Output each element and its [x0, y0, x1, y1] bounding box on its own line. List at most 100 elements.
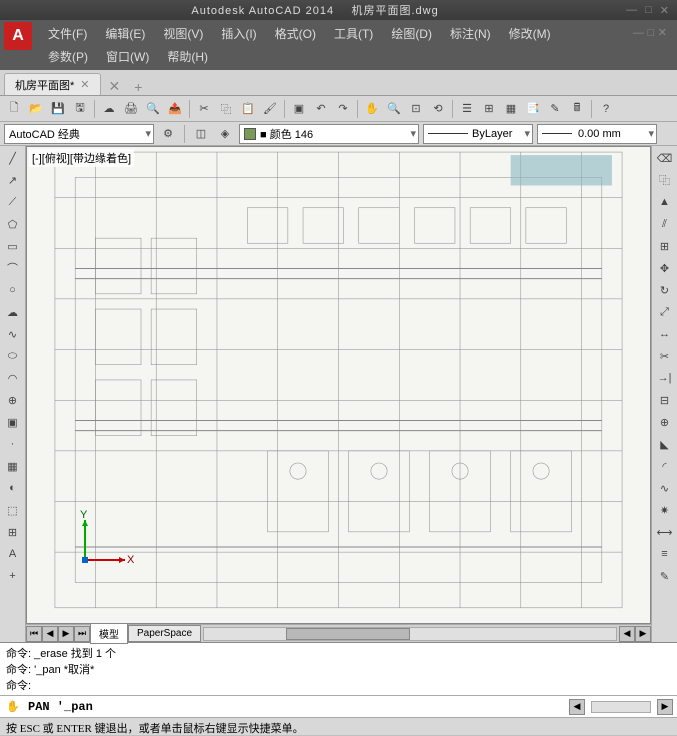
saveas-button[interactable]: 🖫	[70, 99, 90, 119]
model-tab[interactable]: 模型	[90, 623, 128, 644]
stretch-tool[interactable]: ↔	[655, 324, 675, 344]
autocad-logo[interactable]: A	[4, 22, 32, 50]
maximize-button[interactable]: □	[645, 4, 652, 17]
ucs-icon[interactable]: X Y	[75, 510, 135, 573]
cmd-scroll-track[interactable]	[591, 701, 651, 713]
mtext-tool[interactable]: A	[3, 544, 23, 564]
block-button[interactable]: ▣	[289, 99, 309, 119]
scroll-last-button[interactable]: ⏭	[74, 626, 90, 642]
lengthen-tool[interactable]: ⟷	[655, 522, 675, 542]
arc-tool[interactable]: ⌒	[3, 258, 23, 278]
hscroll-left-button[interactable]: ◀	[619, 626, 635, 642]
menu-item[interactable]: 视图(V)	[155, 22, 211, 45]
hscroll-right-button[interactable]: ▶	[635, 626, 651, 642]
menu-item[interactable]: 绘图(D)	[383, 22, 440, 45]
publish-button[interactable]: 📤	[165, 99, 185, 119]
help-button[interactable]: ?	[596, 99, 616, 119]
paperspace-tab[interactable]: PaperSpace	[128, 625, 201, 642]
ellipsearc-tool[interactable]: ◠	[3, 368, 23, 388]
redo-button[interactable]: ↷	[333, 99, 353, 119]
minimize-button[interactable]: —	[626, 4, 637, 17]
properties-button[interactable]: ☰	[457, 99, 477, 119]
pan-button[interactable]: ✋	[362, 99, 382, 119]
menu-item[interactable]: 修改(M)	[501, 22, 559, 45]
chamfer-tool[interactable]: ◣	[655, 434, 675, 454]
paste-button[interactable]: 📋	[238, 99, 258, 119]
blend-tool[interactable]: ∿	[655, 478, 675, 498]
polyline-tool[interactable]: ⟋	[3, 192, 23, 212]
ray-tool[interactable]: ↗	[3, 170, 23, 190]
workspace-combo[interactable]: AutoCAD 经典	[4, 124, 154, 144]
ellipse-tool[interactable]: ⬭	[3, 346, 23, 366]
rectangle-tool[interactable]: ▭	[3, 236, 23, 256]
menu-item[interactable]: 编辑(E)	[97, 22, 153, 45]
scroll-first-button[interactable]: ⏮	[26, 626, 42, 642]
line-tool[interactable]: ╱	[3, 148, 23, 168]
explode-tool[interactable]: ✷	[655, 500, 675, 520]
new-button[interactable]: 🗋	[4, 99, 24, 119]
erase-tool[interactable]: ⌫	[655, 148, 675, 168]
doc-maximize-button[interactable]: □	[648, 27, 655, 39]
preview-button[interactable]: 🔍	[143, 99, 163, 119]
copy-tool[interactable]: ⿻	[655, 170, 675, 190]
markup-button[interactable]: ✎	[545, 99, 565, 119]
point-tool[interactable]: ·	[3, 434, 23, 454]
close-button[interactable]: ✕	[660, 4, 669, 17]
scroll-prev-button[interactable]: ◀	[42, 626, 58, 642]
pedit-tool[interactable]: ✎	[655, 566, 675, 586]
menu-item[interactable]: 工具(T)	[326, 22, 381, 45]
menu-item[interactable]: 窗口(W)	[98, 45, 157, 68]
cmd-right-button[interactable]: ▶	[657, 699, 673, 715]
menu-item[interactable]: 帮助(H)	[159, 45, 216, 68]
scroll-next-button[interactable]: ▶	[58, 626, 74, 642]
linetype-combo[interactable]: ByLayer	[423, 124, 533, 144]
match-button[interactable]: 🖌	[260, 99, 280, 119]
hatch-tool[interactable]: ▦	[3, 456, 23, 476]
circle-tool[interactable]: ○	[3, 280, 23, 300]
extend-tool[interactable]: →|	[655, 368, 675, 388]
hscroll-thumb[interactable]	[286, 628, 410, 640]
hscroll-track[interactable]	[203, 627, 617, 641]
region-tool[interactable]: ⬚	[3, 500, 23, 520]
layer-states-button[interactable]: ◈	[215, 124, 235, 144]
mirror-tool[interactable]: ▲	[655, 192, 675, 212]
zoom-previous-button[interactable]: ⟲	[428, 99, 448, 119]
zoom-window-button[interactable]: ⊡	[406, 99, 426, 119]
gradient-tool[interactable]: ◐	[3, 478, 23, 498]
document-tab[interactable]: 机房平面图* ✕	[4, 73, 101, 95]
lineweight-combo[interactable]: 0.00 mm	[537, 124, 657, 144]
array-tool[interactable]: ⊞	[655, 236, 675, 256]
menu-item[interactable]: 格式(O)	[267, 22, 324, 45]
layer-button[interactable]: ◫	[191, 124, 211, 144]
sheetset-button[interactable]: 📑	[523, 99, 543, 119]
revcloud-tool[interactable]: ☁	[3, 302, 23, 322]
add-tab-button[interactable]: +	[128, 79, 148, 95]
cmd-left-button[interactable]: ◀	[569, 699, 585, 715]
scale-tool[interactable]: ⤢	[655, 302, 675, 322]
tab-close-icon[interactable]: ✕	[80, 78, 89, 91]
color-combo[interactable]: ■ 颜色 146	[239, 124, 419, 144]
menu-item[interactable]: 文件(F)	[40, 22, 95, 45]
spline-tool[interactable]: ∿	[3, 324, 23, 344]
workspace-settings-button[interactable]: ⚙	[158, 124, 178, 144]
insert-tool[interactable]: ⊕	[3, 390, 23, 410]
trim-tool[interactable]: ✂	[655, 346, 675, 366]
move-tool[interactable]: ✥	[655, 258, 675, 278]
toolpalette-button[interactable]: ▦	[501, 99, 521, 119]
new-tab-button[interactable]: ✕	[103, 78, 127, 95]
undo-button[interactable]: ↶	[311, 99, 331, 119]
align-tool[interactable]: ≡	[655, 544, 675, 564]
save-button[interactable]: 💾	[48, 99, 68, 119]
print-button[interactable]: 🖨	[121, 99, 141, 119]
table-tool[interactable]: ⊞	[3, 522, 23, 542]
block-tool[interactable]: ▣	[3, 412, 23, 432]
polygon-tool[interactable]: ⬠	[3, 214, 23, 234]
open-button[interactable]: 📂	[26, 99, 46, 119]
cloud-button[interactable]: ☁	[99, 99, 119, 119]
break-tool[interactable]: ⊟	[655, 390, 675, 410]
offset-tool[interactable]: ⫽	[655, 214, 675, 234]
rotate-tool[interactable]: ↻	[655, 280, 675, 300]
calc-button[interactable]: 🖩	[567, 99, 587, 119]
join-tool[interactable]: ⊕	[655, 412, 675, 432]
doc-minimize-button[interactable]: —	[633, 27, 644, 39]
